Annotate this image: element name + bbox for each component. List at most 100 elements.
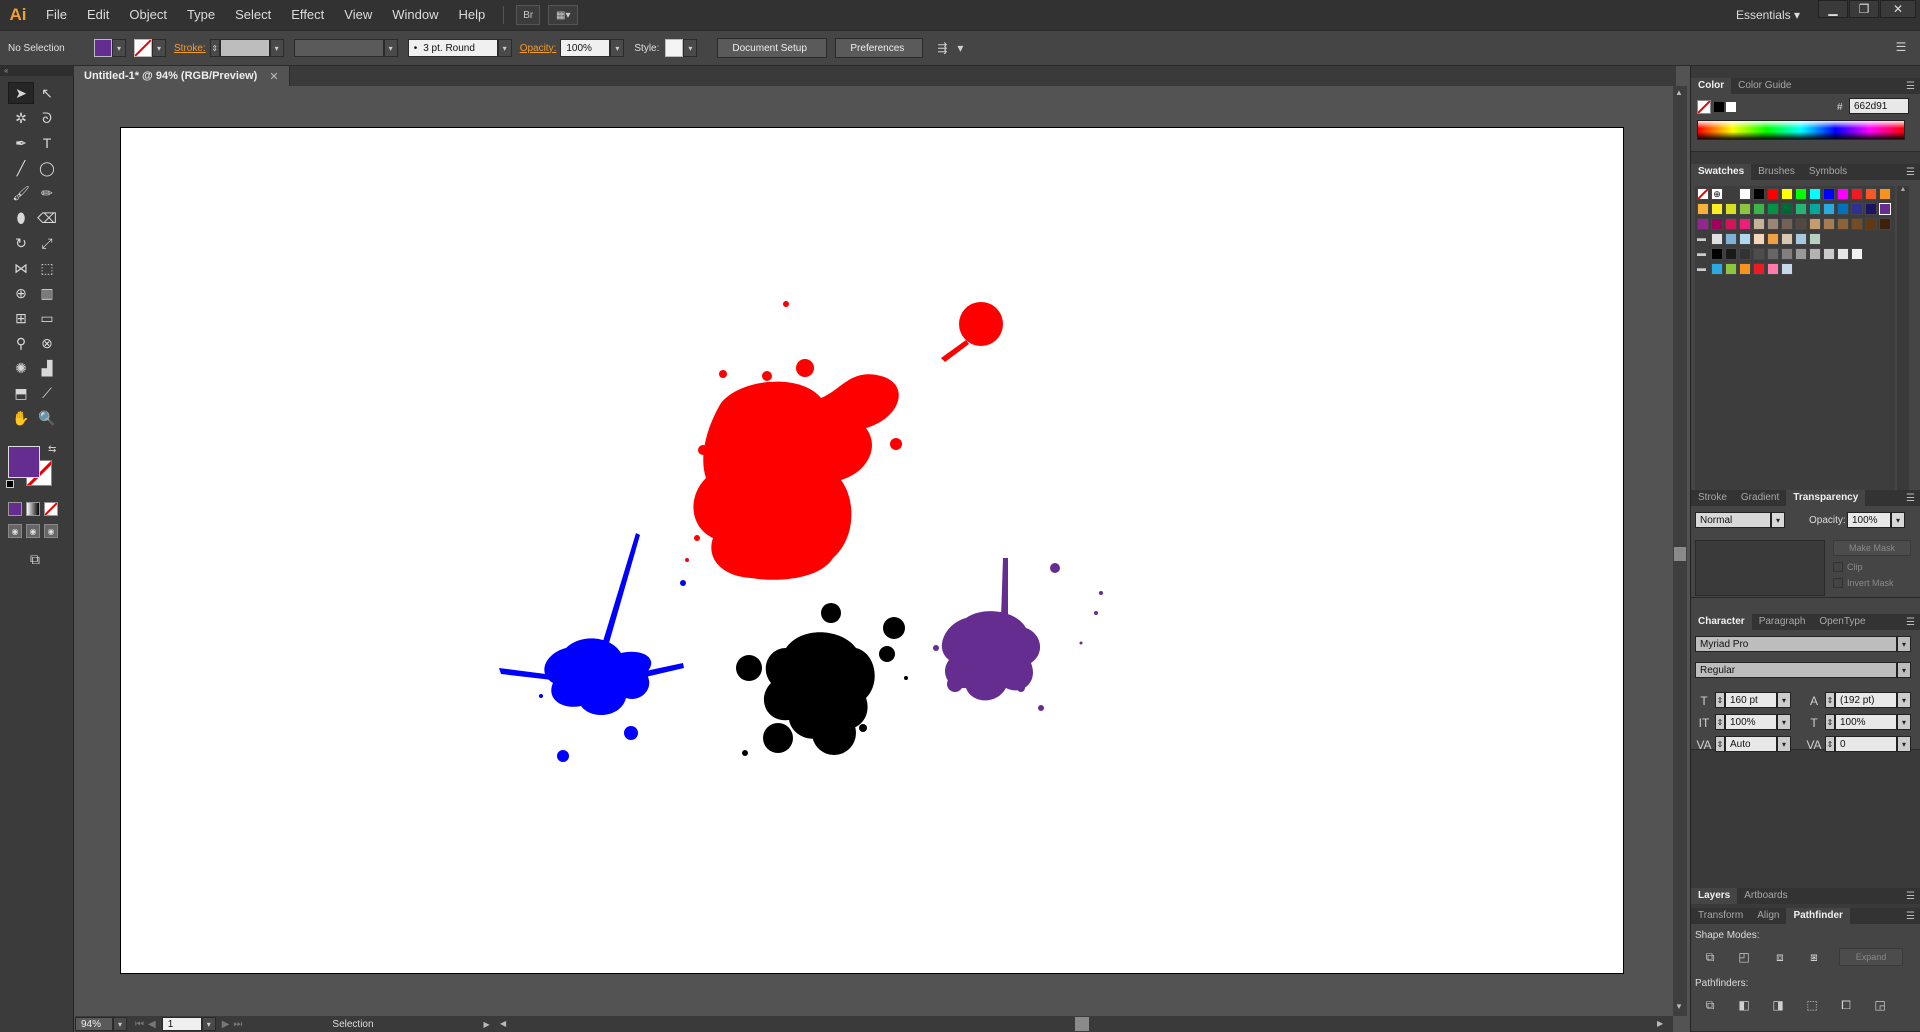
unite-icon[interactable]: ⧉	[1701, 948, 1719, 966]
opacity-field[interactable]: 100%	[560, 39, 611, 57]
horizontal-scale-stepper[interactable]: ⇕	[1825, 714, 1835, 730]
pencil-tool[interactable]: ✏	[34, 182, 60, 204]
artboard-tool[interactable]: ⬒	[8, 382, 34, 404]
tab-transform[interactable]: Transform	[1691, 908, 1750, 924]
tab-opentype[interactable]: OpenType	[1812, 614, 1872, 630]
character-panel-menu-icon[interactable]: ☰	[1906, 617, 1915, 628]
stroke-dropdown[interactable]: ▾	[152, 39, 166, 57]
color-swatch[interactable]	[1697, 203, 1709, 215]
blend-mode-select[interactable]: Normal	[1695, 512, 1771, 528]
scale-tool[interactable]: ⤢	[34, 232, 60, 254]
opacity-label[interactable]: Opacity:	[520, 43, 557, 54]
gradient-tool[interactable]: ▭	[34, 307, 60, 329]
none-color-icon[interactable]	[1697, 100, 1711, 114]
color-swatch[interactable]	[1725, 248, 1737, 260]
column-graph-tool[interactable]: ▟	[34, 357, 60, 379]
workspace-switcher[interactable]: Essentials ▾	[1736, 0, 1800, 30]
color-panel-menu-icon[interactable]: ☰	[1906, 81, 1915, 92]
color-swatch[interactable]	[1767, 203, 1779, 215]
menu-type[interactable]: Type	[177, 0, 225, 30]
tab-pathfinder[interactable]: Pathfinder	[1786, 908, 1850, 924]
menu-view[interactable]: View	[334, 0, 382, 30]
color-swatch[interactable]	[1739, 203, 1751, 215]
color-spectrum[interactable]	[1697, 120, 1905, 140]
eyedropper-tool[interactable]: ⚲	[8, 332, 34, 354]
tab-character[interactable]: Character	[1691, 614, 1752, 630]
scroll-down-icon[interactable]: ▼	[1675, 1002, 1685, 1012]
trim-icon[interactable]: ◧	[1735, 996, 1753, 1014]
color-swatch[interactable]	[1809, 188, 1821, 200]
transparency-opacity-field[interactable]: 100%	[1847, 512, 1891, 528]
artboard-dropdown[interactable]: ▾	[201, 1017, 216, 1031]
control-menu-dropdown-icon[interactable]: ▾	[951, 39, 969, 57]
vertical-scale-stepper[interactable]: ⇕	[1715, 714, 1725, 730]
tab-gradient[interactable]: Gradient	[1734, 490, 1786, 506]
stroke-weight-dropdown[interactable]: ▾	[269, 39, 284, 57]
font-family-field[interactable]: Myriad Pro	[1695, 636, 1897, 652]
brush-definition[interactable]: • 3 pt. Round	[407, 39, 498, 57]
tab-stroke[interactable]: Stroke	[1691, 490, 1734, 506]
default-fill-stroke-icon[interactable]	[6, 480, 14, 488]
color-swatch[interactable]	[1781, 263, 1793, 275]
color-swatch[interactable]	[1753, 218, 1765, 230]
color-swatch[interactable]	[1739, 263, 1751, 275]
document-setup-button[interactable]: Document Setup	[717, 38, 828, 58]
last-artboard-icon[interactable]: ⏭	[233, 1019, 242, 1030]
color-swatch[interactable]	[1781, 203, 1793, 215]
white-color-icon[interactable]	[1725, 101, 1737, 113]
tracking-field[interactable]: 0	[1835, 736, 1897, 752]
color-swatch[interactable]	[1795, 233, 1807, 245]
horizontal-scroll-thumb[interactable]	[1075, 1017, 1089, 1031]
scroll-left-icon[interactable]: ◀	[500, 1019, 506, 1028]
color-swatch[interactable]	[1837, 248, 1849, 260]
color-swatch[interactable]	[1823, 203, 1835, 215]
bridge-button[interactable]: Br	[516, 5, 541, 25]
lasso-tool[interactable]: ᘐ	[34, 107, 60, 129]
color-swatch[interactable]	[1739, 233, 1751, 245]
menu-file[interactable]: File	[36, 0, 77, 30]
hex-field[interactable]: 662d91	[1849, 98, 1909, 114]
fill-dropdown[interactable]: ▾	[112, 39, 126, 57]
outline-icon[interactable]: ⧠	[1837, 996, 1855, 1014]
layers-panel-menu-icon[interactable]: ☰	[1906, 891, 1915, 902]
color-group-folder-icon[interactable]: ▬	[1697, 233, 1709, 245]
color-swatch[interactable]	[1711, 263, 1723, 275]
color-swatch[interactable]	[1837, 203, 1849, 215]
black-color-icon[interactable]	[1713, 101, 1725, 113]
leading-dropdown[interactable]: ▾	[1897, 692, 1911, 708]
direct-selection-tool[interactable]: ↖	[34, 82, 60, 104]
color-swatch[interactable]	[1879, 203, 1891, 215]
scroll-right-icon[interactable]: ▶	[1657, 1019, 1663, 1028]
menu-window[interactable]: Window	[382, 0, 448, 30]
width-tool[interactable]: ⋈	[8, 257, 34, 279]
perspective-grid-tool[interactable]: ▥	[34, 282, 60, 304]
fill-indicator[interactable]	[8, 446, 40, 478]
color-swatch[interactable]	[1711, 248, 1723, 260]
screen-mode-icon[interactable]: ⧉	[22, 548, 48, 570]
status-menu-icon[interactable]: ▶	[484, 1020, 490, 1029]
merge-icon[interactable]: ◨	[1769, 996, 1787, 1014]
minus-back-icon[interactable]: ◲	[1871, 996, 1889, 1014]
minus-front-icon[interactable]: ◰	[1735, 948, 1753, 966]
color-swatch[interactable]	[1739, 218, 1751, 230]
arrange-icon[interactable]: ⇶	[933, 39, 951, 57]
color-swatch[interactable]	[1767, 248, 1779, 260]
menu-help[interactable]: Help	[448, 0, 495, 30]
font-size-field[interactable]: 160 pt	[1725, 692, 1777, 708]
paintbrush-tool[interactable]: 🖌	[8, 182, 34, 204]
brush-dropdown[interactable]: ▾	[497, 39, 512, 57]
blend-mode-dropdown[interactable]: ▾	[1771, 512, 1785, 528]
color-swatch[interactable]	[1781, 218, 1793, 230]
color-swatch[interactable]	[1809, 203, 1821, 215]
purple-ink-splat[interactable]	[933, 558, 1103, 711]
artboard-number-field[interactable]: 1	[161, 1017, 202, 1031]
gradient-mode-icon[interactable]	[26, 502, 40, 516]
horizontal-scale-field[interactable]: 100%	[1835, 714, 1897, 730]
color-swatch[interactable]	[1837, 218, 1849, 230]
color-swatch[interactable]	[1781, 188, 1793, 200]
color-swatch[interactable]	[1767, 218, 1779, 230]
tab-artboards[interactable]: Artboards	[1737, 888, 1794, 904]
zoom-field[interactable]: 94%	[75, 1017, 113, 1031]
ellipse-tool[interactable]: ◯	[34, 157, 60, 179]
vertical-scale-dropdown[interactable]: ▾	[1777, 714, 1791, 730]
